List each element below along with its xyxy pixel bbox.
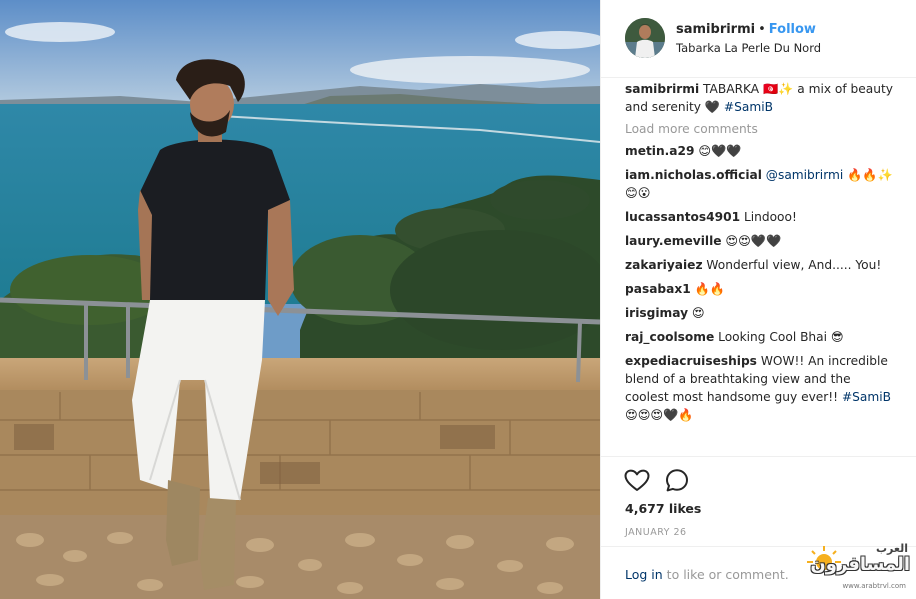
comment-bubble-icon[interactable] <box>663 467 691 495</box>
comment-username[interactable]: laury.emeville <box>625 234 722 248</box>
heart-icon[interactable] <box>623 467 651 495</box>
caption-hashtag[interactable]: #SamiB <box>724 100 773 114</box>
comment-username[interactable]: lucassantos4901 <box>625 210 740 224</box>
list-item: irisgimay 😍 <box>625 304 895 322</box>
post-date: JANUARY 26 <box>625 527 687 538</box>
list-item: lucassantos4901 Lindooo! <box>625 208 895 226</box>
comment-text: 😊🖤🖤 <box>698 144 742 158</box>
comment-username[interactable]: iam.nicholas.official <box>625 168 762 182</box>
watermark-url: www.arabtrvl.com <box>842 582 906 590</box>
post-actions: 4,677 likes JANUARY 26 <box>601 456 916 538</box>
avatar-image <box>625 18 665 58</box>
comment-text: 😍 <box>691 306 705 320</box>
header-separator: • <box>758 22 766 37</box>
like-count[interactable]: 4,677 likes <box>625 501 701 516</box>
comment-text: Lindooo! <box>743 210 797 224</box>
comment-suffix: 😍😍😍🖤🔥 <box>625 408 694 422</box>
site-watermark: العرب المسافرون www.arabtrvl.com <box>800 540 912 596</box>
header-username[interactable]: samibrirmi <box>676 22 755 37</box>
login-text: to like or comment. <box>662 567 789 582</box>
post-sidebar: samibrirmi • Follow Tabarka La Perle Du No… <box>600 0 916 599</box>
comment-username[interactable]: metin.a29 <box>625 144 694 158</box>
list-item: metin.a29 😊🖤🖤 <box>625 142 895 160</box>
header-user-line: samibrirmi • Follow <box>676 22 816 37</box>
comment-hashtag[interactable]: #SamiB <box>842 390 891 404</box>
watermark-main-text: المسافرون <box>810 554 910 575</box>
list-item: iam.nicholas.official @samibrirmi 🔥🔥✨😊😮 <box>625 166 895 202</box>
list-item: expediacruiseships WOW!! An incredible b… <box>625 352 895 424</box>
comment-username[interactable]: pasabax1 <box>625 282 691 296</box>
list-item: laury.emeville 😍😍🖤🖤 <box>625 232 895 250</box>
post-photo[interactable] <box>0 0 600 599</box>
comment-username[interactable]: expediacruiseships <box>625 354 757 368</box>
list-item: pasabax1 🔥🔥 <box>625 280 895 298</box>
post-header: samibrirmi • Follow Tabarka La Perle Du No… <box>601 0 916 78</box>
list-item: zakariyaiez Wonderful view, And..... You… <box>625 256 895 274</box>
comment-text: Looking Cool Bhai 😎 <box>718 330 844 344</box>
list-item: raj_coolsome Looking Cool Bhai 😎 <box>625 328 895 346</box>
post-photo-illustration <box>0 0 600 599</box>
comment-mention[interactable]: @samibrirmi <box>766 168 843 182</box>
follow-button[interactable]: Follow <box>769 22 816 37</box>
login-prompt: Log in to like or comment. <box>625 567 789 582</box>
comment-text: 🔥🔥 <box>694 282 725 296</box>
comment-username[interactable]: raj_coolsome <box>625 330 714 344</box>
caption-username[interactable]: samibrirmi <box>625 82 699 96</box>
location-link[interactable]: Tabarka La Perle Du Nord <box>676 41 821 55</box>
caption: samibrirmi TABARKA 🇹🇳✨ a mix of beauty a… <box>625 80 895 116</box>
login-link[interactable]: Log in <box>625 567 663 582</box>
avatar[interactable] <box>625 18 665 58</box>
load-more-comments-button[interactable]: Load more comments <box>625 122 895 136</box>
comment-text: 😍😍🖤🖤 <box>725 234 782 248</box>
comment-text: Wonderful view, And..... You! <box>706 258 882 272</box>
comment-username[interactable]: irisgimay <box>625 306 688 320</box>
comment-list[interactable]: samibrirmi TABARKA 🇹🇳✨ a mix of beauty a… <box>625 78 895 456</box>
comment-username[interactable]: zakariyaiez <box>625 258 703 272</box>
